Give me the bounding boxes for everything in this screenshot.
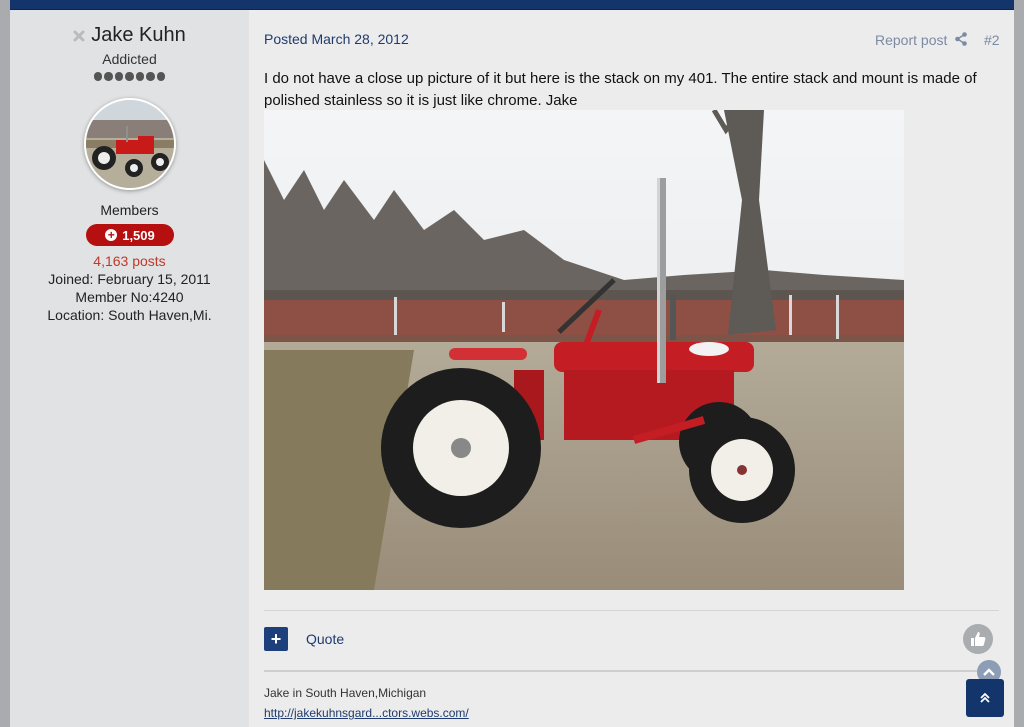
rank-pips xyxy=(10,72,249,81)
forum-post: Jake Kuhn Addicted Members + 1,509 4,163… xyxy=(10,10,1014,727)
rank-pip xyxy=(125,72,134,81)
posted-date[interactable]: Posted March 28, 2012 xyxy=(264,31,409,47)
multiquote-button[interactable]: + xyxy=(264,627,288,651)
post-number-link[interactable]: #2 xyxy=(984,32,1000,48)
signature-link[interactable]: http://jakekuhnsgard...ctors.webs.com/ xyxy=(264,706,469,720)
author-name[interactable]: Jake Kuhn xyxy=(91,24,186,47)
post-count[interactable]: 4,163 posts xyxy=(10,253,249,269)
reputation-badge[interactable]: + 1,509 xyxy=(86,224,174,246)
rank-pip xyxy=(135,72,145,81)
avatar[interactable] xyxy=(84,98,176,190)
plus-icon: + xyxy=(105,229,118,241)
joined-date: Joined: February 15, 2011 xyxy=(48,271,211,287)
rank-pip xyxy=(146,72,155,81)
double-chevron-up-icon xyxy=(980,692,990,703)
offline-icon xyxy=(73,30,85,41)
author-name-row: Jake Kuhn xyxy=(10,24,249,47)
signature-divider xyxy=(264,670,984,672)
report-post-link[interactable]: Report post xyxy=(875,32,947,48)
post-image[interactable] xyxy=(264,110,904,590)
thumbs-up-icon xyxy=(971,632,986,646)
member-group: Members xyxy=(100,202,159,218)
like-button[interactable] xyxy=(963,624,993,654)
rank-pip xyxy=(156,72,166,81)
rank-pip xyxy=(104,72,113,81)
share-icon[interactable] xyxy=(955,32,967,46)
rank-pip xyxy=(114,72,124,81)
quote-button[interactable]: Quote xyxy=(306,631,344,647)
post-body: I do not have a close up picture of it b… xyxy=(264,70,977,109)
reputation-value: 1,509 xyxy=(122,227,155,243)
back-to-top-button[interactable] xyxy=(966,679,1004,717)
top-nav-bar xyxy=(10,0,1014,10)
author-panel: Jake Kuhn Addicted Members + 1,509 4,163… xyxy=(10,10,249,727)
rank-pip xyxy=(93,72,103,81)
post-content: Posted March 28, 2012 Report post #2 I d… xyxy=(249,10,1014,727)
signature-text: Jake in South Haven,Michigan xyxy=(264,686,427,700)
member-number: Member No:4240 xyxy=(75,289,184,305)
divider xyxy=(264,610,999,611)
author-location: Location: South Haven,Mi. xyxy=(47,307,212,323)
author-rank: Addicted xyxy=(102,51,157,67)
chevron-up-icon xyxy=(983,668,995,676)
